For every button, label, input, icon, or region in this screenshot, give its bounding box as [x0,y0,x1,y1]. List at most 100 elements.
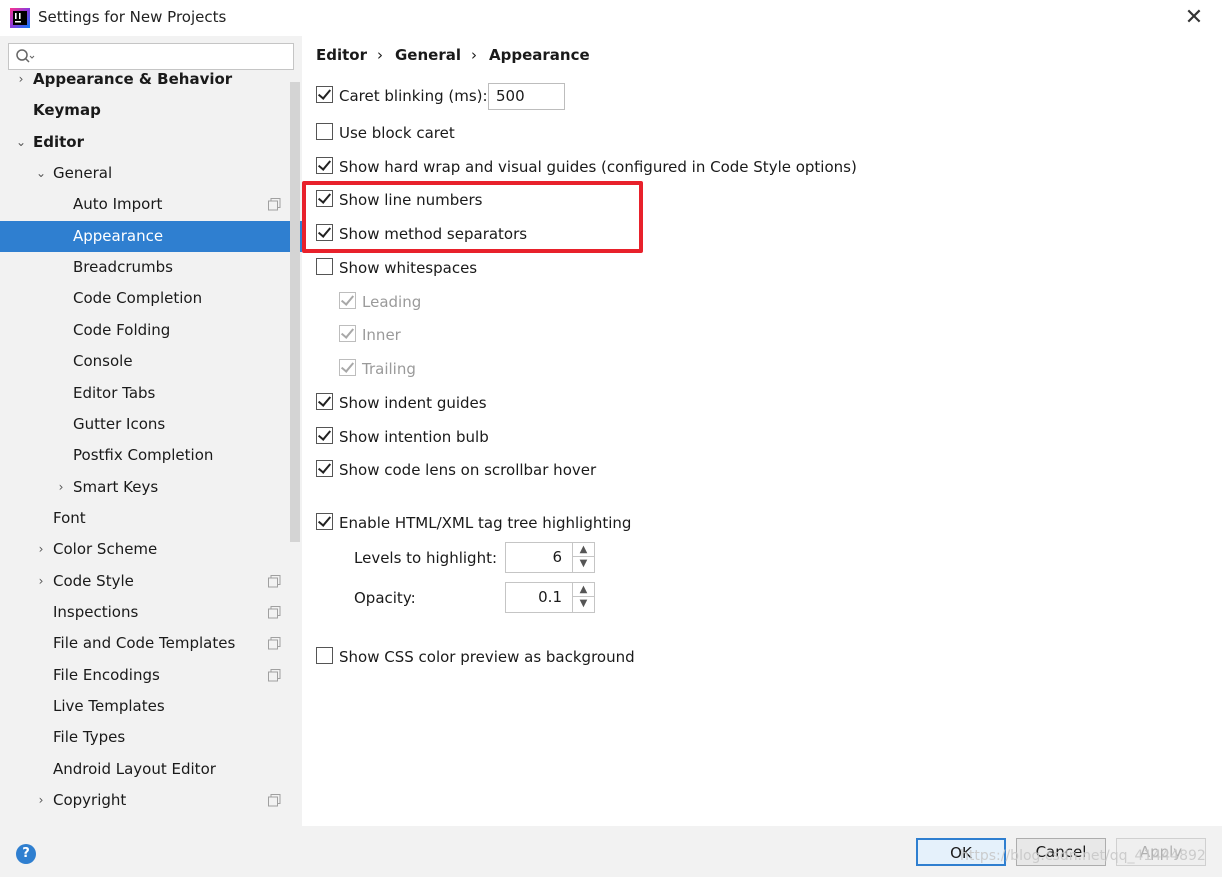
code-lens-checkbox[interactable] [316,460,333,477]
sidebar-scrollbar[interactable] [290,82,300,542]
chevron-right-icon[interactable]: › [34,534,48,565]
sidebar-item-file-types[interactable]: File Types [0,722,290,753]
indent-guides-checkbox[interactable] [316,393,333,410]
breadcrumb-appearance: Appearance [489,46,590,64]
breadcrumb: Editor › General › Appearance [316,46,600,64]
sidebar-item-label: Code Completion [73,289,203,308]
chevron-right-icon[interactable]: › [34,566,48,597]
sidebar-item-code-folding[interactable]: Code Folding [0,315,290,346]
title-bar: Settings for New Projects ✕ [0,0,1222,36]
hard-wrap-option[interactable]: Show hard wrap and visual guides (config… [316,156,857,178]
opacity-spinner[interactable]: 0.1 ▲ ▼ [505,582,595,613]
sidebar-item-label: Breadcrumbs [73,258,173,277]
trailing-label: Trailing [362,360,416,378]
levels-spinner[interactable]: 6 ▲ ▼ [505,542,595,573]
sidebar-item-editor[interactable]: ⌄ Editor [0,127,290,158]
css-preview-checkbox[interactable] [316,647,333,664]
levels-label: Levels to highlight: [354,549,498,567]
sidebar-item-color-scheme[interactable]: › Color Scheme [0,534,290,565]
spinner-up-icon[interactable]: ▲ [573,583,594,597]
breadcrumb-editor[interactable]: Editor [316,46,367,64]
sidebar-item-label: Gutter Icons [73,414,166,433]
sidebar-item-file-encodings[interactable]: File Encodings [0,660,290,691]
hard-wrap-label: Show hard wrap and visual guides (config… [339,158,857,176]
intention-bulb-option[interactable]: Show intention bulb [316,426,489,448]
breadcrumb-separator: › [471,46,477,64]
hard-wrap-checkbox[interactable] [316,157,333,174]
sidebar-item-label: Code Folding [73,320,171,339]
settings-content: Editor › General › Appearance Caret blinking… [302,36,1222,826]
inner-option: Inner [339,324,401,346]
chevron-right-icon[interactable]: › [54,472,68,503]
css-preview-option[interactable]: Show CSS color preview as background [316,646,635,668]
trailing-checkbox [339,359,356,376]
spinner-up-icon[interactable]: ▲ [573,543,594,557]
chevron-down-icon[interactable]: ⌄ [34,158,48,189]
block-caret-option[interactable]: Use block caret [316,122,455,144]
sidebar-item-code-completion[interactable]: Code Completion [0,283,290,314]
sidebar-item-label: Editor Tabs [73,383,156,402]
sidebar-item-label: Code Style [53,571,134,590]
caret-blinking-input[interactable]: 500 [488,83,565,110]
tag-tree-option[interactable]: Enable HTML/XML tag tree highlighting [316,512,631,534]
help-icon[interactable]: ? [16,844,36,864]
opacity-value[interactable]: 0.1 [538,583,562,612]
sidebar-item-gutter-icons[interactable]: Gutter Icons [0,409,290,440]
project-settings-icon [268,605,281,619]
chevron-right-icon[interactable]: › [34,785,48,816]
levels-spinner-buttons: ▲ ▼ [572,543,594,572]
chevron-down-icon[interactable]: ⌄ [14,127,28,158]
code-lens-option[interactable]: Show code lens on scrollbar hover [316,459,596,481]
sidebar-item-label: Color Scheme [53,540,158,559]
block-caret-checkbox[interactable] [316,123,333,140]
whitespaces-checkbox[interactable] [316,258,333,275]
indent-guides-option[interactable]: Show indent guides [316,392,487,414]
sidebar-item-editor-tabs[interactable]: Editor Tabs [0,378,290,409]
caret-blinking-option[interactable]: Caret blinking (ms): [316,85,488,107]
sidebar-item-font[interactable]: Font [0,503,290,534]
sidebar-item-label: Auto Import [73,195,163,214]
whitespaces-option[interactable]: Show whitespaces [316,257,477,279]
intention-bulb-checkbox[interactable] [316,427,333,444]
sidebar-item-label: Console [73,352,133,371]
spinner-down-icon[interactable]: ▼ [573,557,594,571]
sidebar-item-code-style[interactable]: › Code Style [0,566,290,597]
sidebar-item-breadcrumbs[interactable]: Breadcrumbs [0,252,290,283]
sidebar-item-inspections[interactable]: Inspections [0,597,290,628]
sidebar-item-android-layout-editor[interactable]: Android Layout Editor [0,754,290,785]
window-title: Settings for New Projects [38,8,227,26]
sidebar-item-appearance-behavior[interactable]: › Appearance & Behavior [0,64,290,95]
levels-value[interactable]: 6 [552,543,562,572]
sidebar-item-keymap[interactable]: Keymap [0,95,290,126]
sidebar-item-smart-keys[interactable]: › Smart Keys [0,472,290,503]
sidebar-item-label: File and Code Templates [53,634,236,653]
sidebar-item-auto-import[interactable]: Auto Import [0,189,290,220]
close-button[interactable]: ✕ [1180,4,1208,32]
caret-blinking-label: Caret blinking (ms): [339,87,488,105]
sidebar-item-copyright[interactable]: › Copyright [0,785,290,816]
opacity-spinner-buttons: ▲ ▼ [572,583,594,612]
indent-guides-label: Show indent guides [339,394,487,412]
whitespaces-label: Show whitespaces [339,259,478,277]
sidebar-item-general[interactable]: ⌄ General [0,158,290,189]
inner-label: Inner [362,326,401,344]
caret-blinking-checkbox[interactable] [316,86,333,103]
sidebar-item-postfix-completion[interactable]: Postfix Completion [0,440,290,471]
sidebar-item-appearance[interactable]: Appearance [0,220,302,252]
watermark: https://blog.csdn.net/qq_41444892 [960,848,1206,864]
sidebar-item-file-and-code-templates[interactable]: File and Code Templates [0,628,290,659]
breadcrumb-general[interactable]: General [395,46,461,64]
chevron-right-icon[interactable]: › [14,64,28,95]
sidebar-item-label: File Types [53,728,126,747]
sidebar-item-console[interactable]: Console [0,346,290,377]
leading-checkbox [339,292,356,309]
intention-bulb-label: Show intention bulb [339,428,489,446]
dialog-button-bar: ? OK Cancel Apply https://blog.csdn.net/… [0,826,1222,877]
sidebar-item-label: Smart Keys [73,477,159,496]
project-settings-icon [268,198,281,211]
intellij-app-icon [10,8,30,28]
trailing-option: Trailing [339,358,416,380]
sidebar-item-live-templates[interactable]: Live Templates [0,691,290,722]
spinner-down-icon[interactable]: ▼ [573,597,594,611]
tag-tree-checkbox[interactable] [316,513,333,530]
